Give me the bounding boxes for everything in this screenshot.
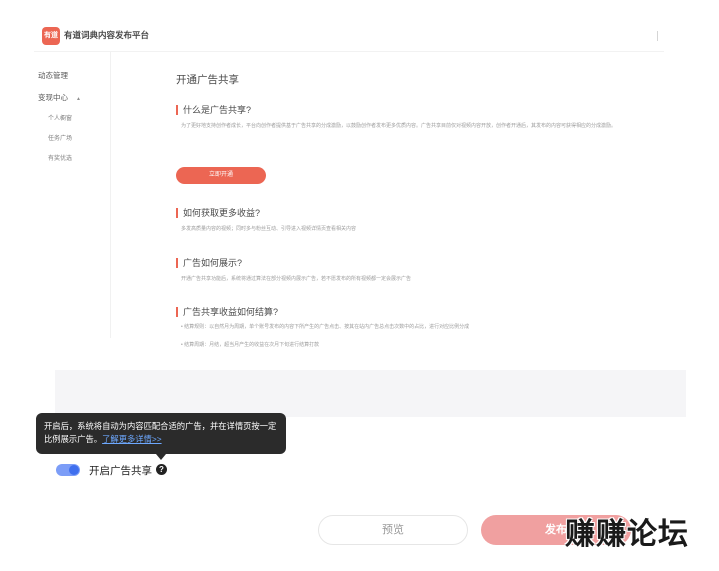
sidebar-subitem-showcase[interactable]: 个人橱窗 [48,113,72,122]
tooltip-arrow [156,454,166,460]
header-divider [657,31,658,41]
sidebar-subitem-awards[interactable]: 有奖优选 [48,153,72,162]
section-text-what: 为了更好地支持创作者成长，平台向创作者提供基于广告共享的分成激励，以鼓励创作者发… [181,123,617,129]
sidebar: 动态管理 变现中心 ▲ 个人橱窗 任务广场 有奖优选 [34,52,111,338]
learn-more-link[interactable]: 了解更多详情>> [102,434,161,444]
section-title-display: 广告如何展示? [176,258,242,268]
page-title: 开通广告共享 [176,74,239,86]
section-text-earnings: 多发高质量内容的视频；同时多与粉丝互动、引导进入视频详情页查看相关内容 [181,226,357,232]
section-text-display: 开通广告共享功能后，系统将通过算法在部分视频内展示广告，若不愿发布的所有视频都一… [181,276,412,282]
embedded-screenshot: 有道 有道词典内容发布平台 动态管理 变现中心 ▲ 个人橱窗 任务广场 有奖优选 … [34,18,664,348]
section-title-what: 什么是广告共享? [176,105,251,115]
ad-share-toggle[interactable] [56,464,80,476]
ad-share-tooltip: 开启后，系统将自动为内容匹配合适的广告，并在详情页按一定比例展示广告。了解更多详… [36,413,286,454]
preview-button[interactable]: 预览 [318,515,468,545]
platform-brand: 有道词典内容发布平台 [64,30,150,40]
section-title-settlement: 广告共享收益如何结算? [176,307,278,317]
question-icon[interactable]: ? [156,464,167,475]
content-placeholder-band [55,370,686,417]
platform-header: 有道 有道词典内容发布平台 [34,18,664,52]
platform-logo: 有道 [42,27,60,45]
toggle-knob [69,465,79,475]
chevron-up-icon: ▲ [76,96,81,102]
section-title-earnings: 如何获取更多收益? [176,208,260,218]
section-text-settlement-cycle: • 结算周期：月结，超当月产生的收益在次月下旬进行结算打款 [181,342,320,348]
sidebar-item-dynamics[interactable]: 动态管理 [38,70,68,81]
section-text-settlement-rule: • 结算规则：以自然月为周期，单个账号发布的内容下所产生的广告点击、按其在站内广… [181,324,470,330]
ad-share-label: 开启广告共享 [89,465,152,477]
sidebar-item-monetization[interactable]: 变现中心 ▲ [38,92,81,103]
main-content: 开通广告共享 什么是广告共享? 为了更好地支持创作者成长，平台向创作者提供基于广… [111,52,664,348]
sidebar-subitem-tasks[interactable]: 任务广场 [48,133,72,142]
forum-watermark: 赚赚论坛 [565,517,689,552]
open-now-button[interactable]: 立即开通 [176,167,266,184]
